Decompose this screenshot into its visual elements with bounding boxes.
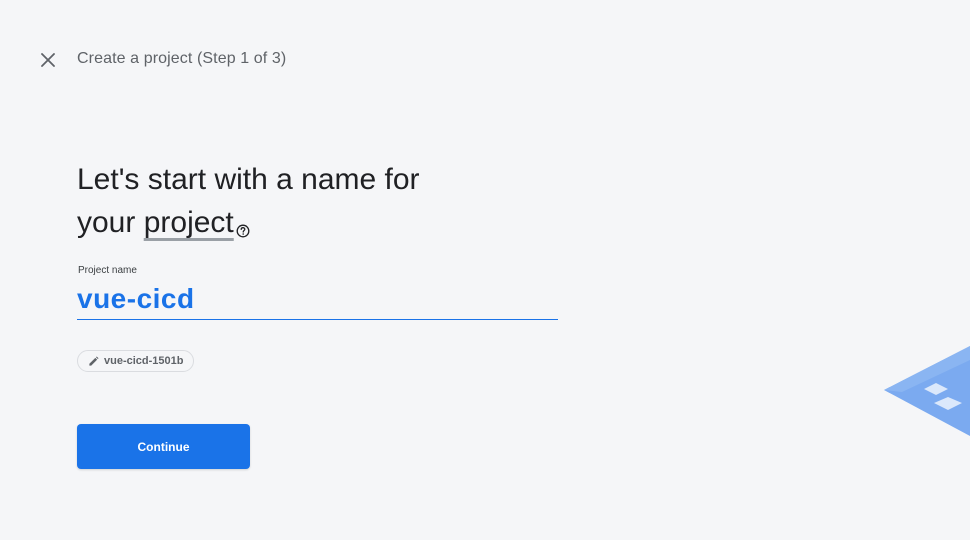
project-term-link[interactable]: project — [144, 206, 234, 239]
page-title: Create a project (Step 1 of 3) — [77, 50, 287, 67]
project-name-field: Project name — [77, 265, 558, 323]
headline-line-2: your project — [77, 201, 497, 250]
project-name-label: Project name — [78, 265, 137, 276]
headline-prefix: your — [77, 206, 144, 239]
close-icon — [41, 53, 55, 67]
project-id-chip[interactable]: vue-cicd-1501b — [77, 350, 195, 372]
decorative-illustration — [884, 346, 970, 436]
project-name-input[interactable] — [77, 279, 558, 320]
help-circle-icon[interactable] — [236, 207, 250, 250]
close-button[interactable] — [36, 48, 60, 72]
pencil-icon — [88, 355, 99, 367]
headline-line-1: Let's start with a name for — [77, 163, 420, 196]
headline: Let's start with a name for your project — [77, 158, 497, 250]
create-project-page: Create a project (Step 1 of 3) Let's sta… — [0, 0, 970, 540]
project-id-text: vue-cicd-1501b — [104, 355, 184, 367]
header-bar: Create a project (Step 1 of 3) — [0, 0, 970, 120]
continue-button[interactable]: Continue — [77, 424, 250, 469]
